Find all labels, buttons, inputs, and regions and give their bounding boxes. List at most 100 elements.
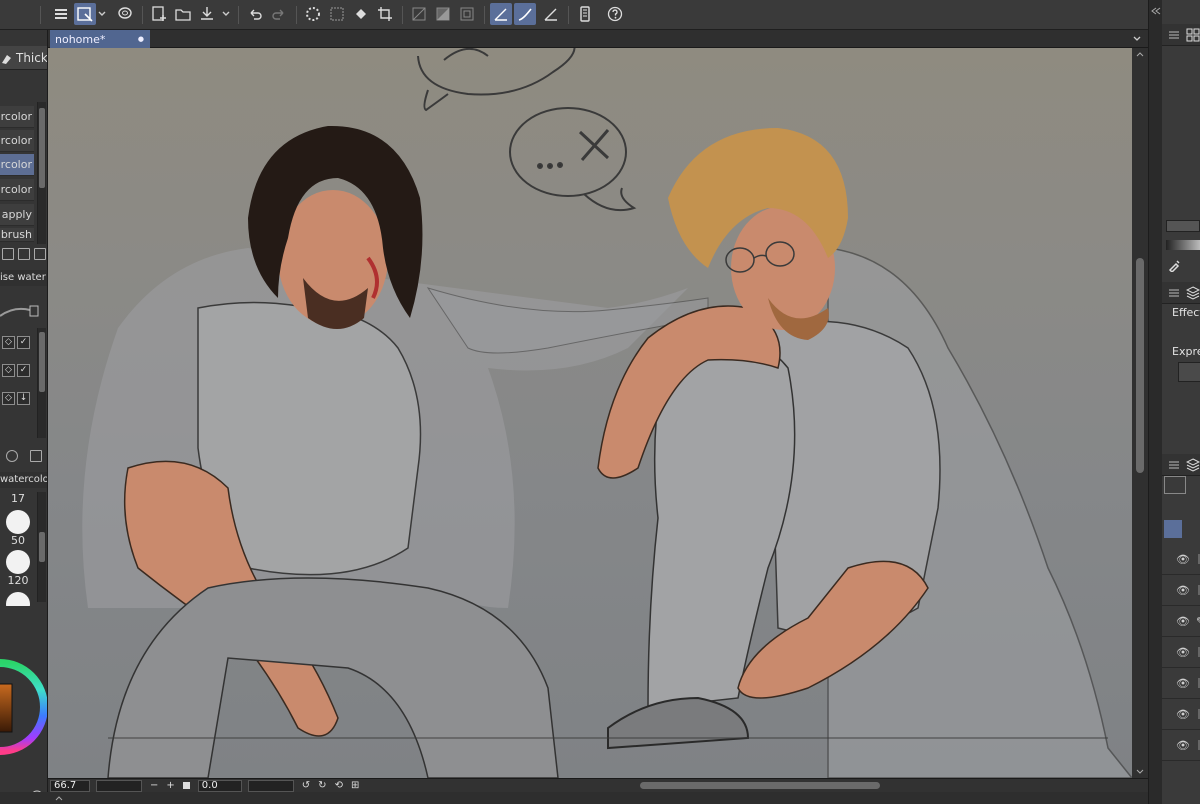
chevron-up-icon[interactable] [54,794,64,802]
tone-icon[interactable] [432,3,454,25]
rotate-left-icon[interactable]: ↺ [302,780,310,791]
layers-icon[interactable] [1186,285,1200,300]
unsaved-dot-icon[interactable]: ● [138,35,144,43]
eye-icon[interactable]: 👁 [1176,584,1190,597]
rotate-right-icon[interactable]: ↻ [318,780,326,791]
wrench-icon[interactable] [30,450,42,462]
scroll-thumb[interactable] [39,532,45,562]
save-icon[interactable] [196,3,218,25]
blend-mode-select[interactable] [1164,476,1186,494]
brush-size-next[interactable] [2,592,34,606]
eye-icon[interactable]: 👁 [1176,677,1190,690]
chevron-down-icon[interactable] [96,3,108,25]
ruler-icon[interactable] [490,3,512,25]
document-tab[interactable]: nohome* ● [50,30,150,48]
slider-track[interactable] [1166,220,1200,232]
size-scrollbar[interactable] [37,492,46,602]
hatch-icon[interactable] [408,3,430,25]
brush-group-tab[interactable]: Thick [0,46,47,70]
layer-row[interactable]: 👁 [1162,730,1200,761]
transform-icon[interactable] [326,3,348,25]
horizontal-scroll-thumb[interactable] [640,782,880,789]
eye-icon[interactable]: 👁 [1176,646,1190,659]
gradient-bar[interactable] [1166,240,1200,250]
open-icon[interactable] [172,3,194,25]
scroll-thumb[interactable] [39,108,45,188]
copy-icon[interactable] [2,248,14,260]
diamond-icon[interactable]: ◇ [2,391,15,405]
loading-icon[interactable] [302,3,324,25]
grid-icon[interactable] [1186,28,1200,42]
layers-icon[interactable] [1186,457,1200,472]
zoom-out-button[interactable]: − [150,780,158,791]
scroll-thumb[interactable] [1136,258,1144,473]
select-tool-icon[interactable] [74,3,96,25]
timer-icon[interactable] [6,450,18,462]
diamond-icon[interactable]: ◇ [2,335,15,349]
layer-row[interactable]: 👁 [1162,575,1200,606]
brush-item[interactable]: ercolor [0,106,34,128]
scroll-down-icon[interactable] [1136,768,1144,776]
menu-icon[interactable] [50,3,72,25]
lasso-icon[interactable] [114,3,136,25]
brush-item[interactable]: brush [0,228,34,242]
eye-icon[interactable]: 👁 [1176,615,1190,628]
eyedropper-icon[interactable] [1168,258,1182,272]
brush-item[interactable]: ercolor [0,130,34,152]
flip-icon[interactable]: ⊞ [351,780,359,791]
tablet-icon[interactable] [574,3,596,25]
scroll-thumb[interactable] [39,332,45,392]
eye-icon[interactable]: 👁 [1176,708,1190,721]
layer-row[interactable]: 👁✎ [1162,606,1200,637]
help-icon[interactable] [604,3,626,25]
brush-size-120[interactable]: 120 [2,550,34,587]
frame-icon[interactable] [456,3,478,25]
zoom-in-button[interactable]: + [166,780,174,791]
brush-size-17[interactable]: 17 [2,492,34,505]
canvas-vertical-scrollbar[interactable] [1132,48,1148,778]
new-canvas-icon[interactable] [148,3,170,25]
fit-icon[interactable] [182,782,190,789]
canvas-area[interactable] [48,48,1148,778]
fill-icon[interactable] [350,3,372,25]
brush-item[interactable]: ercolor [0,179,34,201]
trash-icon[interactable] [34,248,46,260]
add-icon[interactable] [18,248,30,260]
layer-row[interactable]: 👁 [1162,544,1200,575]
menu-icon[interactable] [1168,30,1180,40]
download-icon[interactable]: ↓ [17,391,30,405]
undo-icon[interactable] [244,3,266,25]
zoom-field[interactable]: 66.7 [50,779,90,792]
checkbox[interactable]: ✓ [17,335,30,349]
brush-item-selected[interactable]: ercolor [0,154,34,176]
layer-row[interactable]: 👁 [1162,637,1200,668]
redo-icon[interactable] [268,3,290,25]
rotation-field[interactable]: 0.0 [197,779,242,792]
diamond-icon[interactable]: ◇ [2,363,15,377]
eye-icon[interactable]: 👁 [1176,553,1190,566]
reset-rotation-icon[interactable]: ⟲ [335,780,343,791]
drawing-canvas[interactable] [48,48,1132,778]
collapse-icon[interactable] [1150,6,1162,16]
rotation-slider[interactable] [247,779,294,792]
expression-color-select[interactable] [1178,362,1200,382]
chevron-down-icon[interactable] [1132,34,1142,44]
layer-row[interactable]: 👁 [1162,668,1200,699]
eye-icon[interactable]: 👁 [1176,739,1190,752]
zoom-slider[interactable] [96,779,142,792]
property-scrollbar[interactable] [37,328,46,438]
pen-tool-icon[interactable] [514,3,536,25]
layer-row[interactable]: 👁 [1162,699,1200,730]
layer-view-icon[interactable] [1164,520,1182,538]
crop-icon[interactable] [374,3,396,25]
brush-item[interactable]: apply [0,204,34,226]
checkbox[interactable]: ✓ [17,363,30,377]
brush-size-50[interactable]: 50 [2,510,34,547]
brush-tool-icon[interactable] [540,3,562,25]
brush-list-scrollbar[interactable] [37,102,46,244]
menu-icon[interactable] [1168,288,1180,298]
color-wheel[interactable] [0,642,48,772]
chevron-down-icon[interactable] [220,3,232,25]
scroll-up-icon[interactable] [1136,50,1144,58]
menu-icon[interactable] [1168,460,1180,470]
